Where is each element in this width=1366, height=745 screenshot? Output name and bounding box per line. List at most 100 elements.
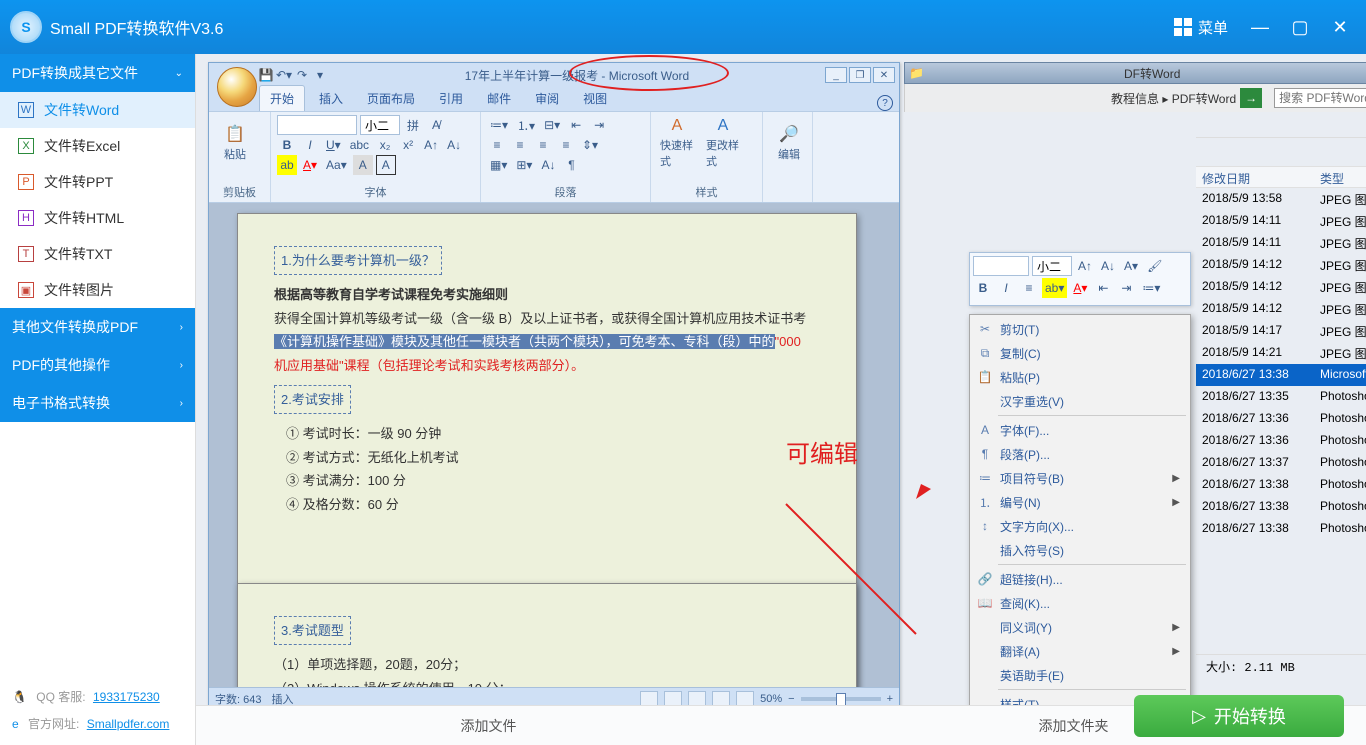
add-file-button[interactable]: 添加文件 — [196, 716, 781, 736]
qq-link[interactable]: 1933175230 — [93, 690, 160, 704]
underline-button[interactable]: U▾ — [323, 135, 344, 155]
tab-view[interactable]: 视图 — [573, 86, 617, 111]
zoom-slider[interactable] — [801, 697, 881, 701]
tab-review[interactable]: 审阅 — [525, 86, 569, 111]
maximize-button[interactable]: ▢ — [1282, 9, 1318, 45]
cm-insert-symbol[interactable]: 插入符号(S) — [972, 538, 1188, 562]
file-row[interactable]: 2018/6/27 13:38Photoshop.Pngf...104 KB — [1196, 474, 1366, 496]
zoom-in-button[interactable]: + — [887, 693, 893, 705]
qat-more-icon[interactable]: ▾ — [311, 66, 329, 84]
char-shading-button[interactable]: A — [353, 155, 373, 175]
subscript-button[interactable]: x₂ — [375, 135, 395, 155]
sidebar-item-to-ppt[interactable]: P 文件转PPT — [0, 164, 195, 200]
mini-indent[interactable]: ⇥ — [1116, 278, 1136, 298]
multilevel-button[interactable]: ⊟▾ — [541, 115, 563, 135]
font-size-select[interactable] — [360, 115, 400, 135]
tab-home[interactable]: 开始 — [259, 85, 305, 111]
office-button[interactable] — [217, 67, 257, 107]
cm-cut[interactable]: ✂剪切(T) — [972, 317, 1188, 341]
cm-lookup[interactable]: 📖查阅(K)... — [972, 591, 1188, 615]
file-row[interactable]: 2018/6/27 13:36Photoshop.Pngf...152 KB — [1196, 408, 1366, 430]
minimize-button[interactable]: — — [1242, 9, 1278, 45]
grow-font-button[interactable]: A↑ — [421, 135, 441, 155]
redo-icon[interactable]: ↷ — [293, 66, 311, 84]
word-close-button[interactable]: ✕ — [873, 67, 895, 83]
find-button[interactable]: 🔎编辑 — [769, 115, 809, 171]
cm-paragraph[interactable]: ¶段落(P)... — [972, 442, 1188, 466]
tab-mailings[interactable]: 邮件 — [477, 86, 521, 111]
file-row[interactable]: 2018/5/9 14:17JPEG 图像265 KB — [1196, 320, 1366, 342]
sidebar-section-pdf-other-ops[interactable]: PDF的其他操作 › — [0, 346, 195, 384]
file-row[interactable]: 2018/6/27 13:36Photoshop.Pngf...132 KB — [1196, 430, 1366, 452]
mini-font-color[interactable]: A▾ — [1070, 278, 1090, 298]
file-row[interactable]: 2018/5/9 14:11JPEG 图像84 KB — [1196, 232, 1366, 254]
cm-translate[interactable]: 翻译(A)▶ — [972, 639, 1188, 663]
italic-button[interactable]: I — [300, 135, 320, 155]
cm-synonyms[interactable]: 同义词(Y)▶ — [972, 615, 1188, 639]
cm-eng-assistant[interactable]: 英语助手(E) — [972, 663, 1188, 687]
outdent-button[interactable]: ⇤ — [566, 115, 586, 135]
file-row[interactable]: 2018/5/9 14:12JPEG 图像84 KB — [1196, 276, 1366, 298]
cm-text-direction[interactable]: ↕文字方向(X)... — [972, 514, 1188, 538]
file-row[interactable]: 2018/6/27 13:37Photoshop.Pngf...117 KB — [1196, 452, 1366, 474]
file-row[interactable]: 2018/5/9 14:11JPEG 图像144 KB — [1196, 210, 1366, 232]
file-row[interactable]: 2018/5/9 14:12JPEG 图像84 KB — [1196, 254, 1366, 276]
mini-italic[interactable]: I — [996, 278, 1016, 298]
mini-format-painter-icon[interactable]: 🖌 — [1144, 256, 1165, 276]
site-link[interactable]: Smallpdfer.com — [87, 717, 170, 731]
doc-heading-2[interactable]: 2.考试安排 — [274, 385, 351, 414]
borders-button[interactable]: ⊞▾ — [513, 155, 535, 175]
clear-format-icon[interactable]: A̸ — [426, 115, 446, 135]
bold-button[interactable]: B — [277, 135, 297, 155]
align-right-button[interactable]: ≡ — [533, 135, 553, 155]
save-icon[interactable]: 💾 — [257, 66, 275, 84]
highlight-button[interactable]: ab — [277, 155, 297, 175]
word-titlebar[interactable]: 💾 ↶▾ ↷ ▾ 17年上半年计算一级报考 - Microsoft Word _… — [209, 63, 899, 87]
mini-grow-font[interactable]: A↑ — [1075, 256, 1095, 276]
sidebar-item-to-excel[interactable]: X 文件转Excel — [0, 128, 195, 164]
zoom-level[interactable]: 50% — [760, 693, 782, 705]
breadcrumb[interactable]: 教程信息 ▸ PDF转Word — [1111, 90, 1236, 107]
zoom-out-button[interactable]: − — [788, 693, 794, 705]
go-button[interactable]: → — [1240, 88, 1262, 108]
justify-button[interactable]: ≡ — [556, 135, 576, 155]
shrink-font-button[interactable]: A↓ — [444, 135, 464, 155]
line-spacing-button[interactable]: ⇕▾ — [579, 135, 601, 155]
col-date[interactable]: 修改日期 — [1196, 167, 1314, 187]
cm-numbering[interactable]: ⒈编号(N)▶ — [972, 490, 1188, 514]
strike-button[interactable]: abc — [347, 135, 372, 155]
sidebar-item-to-txt[interactable]: T 文件转TXT — [0, 236, 195, 272]
word-minimize-button[interactable]: _ — [825, 67, 847, 83]
paste-button[interactable]: 📋粘贴 — [215, 115, 255, 171]
cm-copy[interactable]: ⧉复制(C) — [972, 341, 1188, 365]
doc-heading-3[interactable]: 3.考试题型 — [274, 616, 351, 645]
indent-button[interactable]: ⇥ — [589, 115, 609, 135]
sidebar-section-pdf-to-other[interactable]: PDF转换成其它文件 ⌄ — [0, 54, 195, 92]
file-row[interactable]: 2018/6/27 13:38Photoshop.Pngf...139 KB — [1196, 518, 1366, 540]
file-row[interactable]: 2018/5/9 13:58JPEG 图像96 KB — [1196, 188, 1366, 210]
show-marks-button[interactable]: ¶ — [561, 155, 581, 175]
sidebar-item-to-word[interactable]: W 文件转Word — [0, 92, 195, 128]
cm-reconvert[interactable]: 汉字重选(V) — [972, 389, 1188, 413]
file-row[interactable]: 2018/5/9 14:12JPEG 图像85 KB — [1196, 298, 1366, 320]
sidebar-item-to-html[interactable]: H 文件转HTML — [0, 200, 195, 236]
sidebar-item-to-image[interactable]: ▣ 文件转图片 — [0, 272, 195, 308]
close-button[interactable]: ✕ — [1322, 9, 1358, 45]
sort-button[interactable]: A↓ — [538, 155, 558, 175]
file-row[interactable]: 2018/6/27 13:38Microsoft Offi...2,163 KB — [1196, 364, 1366, 386]
char-border-button[interactable]: A — [376, 155, 396, 175]
change-case-button[interactable]: Aa▾ — [323, 155, 350, 175]
sidebar-section-other-to-pdf[interactable]: 其他文件转换成PDF › — [0, 308, 195, 346]
mini-shrink-font[interactable]: A↓ — [1098, 256, 1118, 276]
cm-paste[interactable]: 📋粘贴(P) — [972, 365, 1188, 389]
sidebar-section-ebook[interactable]: 电子书格式转换 › — [0, 384, 195, 422]
filebrowser-search-input[interactable] — [1274, 88, 1366, 108]
word-help-icon[interactable]: ? — [877, 95, 893, 111]
file-row[interactable]: 2018/6/27 13:38Photoshop.Pngf...105 KB — [1196, 496, 1366, 518]
font-color-button[interactable]: A▾ — [300, 155, 320, 175]
tab-insert[interactable]: 插入 — [309, 86, 353, 111]
file-row[interactable]: 2018/6/27 13:35Photoshop.Pngf...150 KB — [1196, 386, 1366, 408]
cm-bullets[interactable]: ≔项目符号(B)▶ — [972, 466, 1188, 490]
menu-button[interactable]: 菜单 — [1164, 13, 1238, 42]
tab-layout[interactable]: 页面布局 — [357, 86, 425, 111]
